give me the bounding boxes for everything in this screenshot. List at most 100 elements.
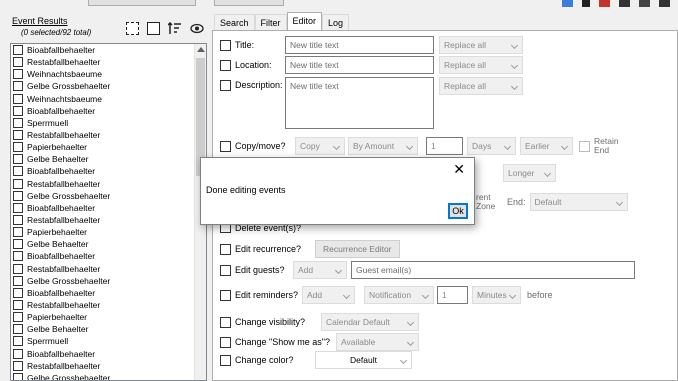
recurrence-checkbox[interactable] [220, 243, 231, 255]
list-item[interactable]: Bioabfallbehaelter [11, 348, 206, 360]
description-mode-select[interactable]: Replace all [439, 77, 523, 95]
event-checkbox[interactable] [13, 263, 23, 274]
blue-square-icon[interactable] [562, 0, 573, 7]
event-checkbox[interactable] [13, 251, 23, 262]
list-item[interactable]: Gelbe Behaelter [11, 153, 206, 165]
title-checkbox[interactable] [220, 39, 231, 51]
retain-end-checkbox[interactable] [579, 140, 590, 152]
end-select[interactable]: Default [529, 193, 628, 211]
list-item[interactable]: Bioabfallbehaelter [11, 202, 206, 214]
guests-input[interactable]: Guest email(s) [351, 261, 635, 279]
red-tool-icon[interactable] [599, 0, 610, 7]
ok-button[interactable]: Ok [448, 203, 468, 219]
event-checkbox[interactable] [13, 117, 23, 128]
list-item[interactable]: Gelbe Grossbehaelter [11, 80, 206, 92]
top-button-1[interactable] [88, 0, 196, 6]
event-checkbox[interactable] [13, 190, 23, 201]
tab-editor[interactable]: Editor [286, 12, 323, 31]
list-item[interactable]: Bioabfallbehaelter [11, 105, 206, 117]
list-item[interactable]: Restabfallbehaelter [11, 263, 206, 275]
tab-log[interactable]: Log [322, 14, 350, 31]
top-button-2[interactable] [214, 0, 284, 6]
location-checkbox[interactable] [220, 59, 231, 71]
event-checkbox[interactable] [13, 202, 23, 213]
event-checkbox[interactable] [13, 312, 23, 323]
copymove-unit-select[interactable]: Days [467, 137, 516, 155]
copymove-amount[interactable]: 1 [426, 137, 463, 155]
event-checkbox[interactable] [13, 45, 23, 56]
list-item[interactable]: Sperrmuell [11, 117, 206, 129]
select-all-icon[interactable] [126, 22, 139, 35]
event-checkbox[interactable] [13, 166, 23, 177]
scroll-up-icon[interactable] [197, 47, 205, 52]
event-checkbox[interactable] [13, 178, 23, 189]
description-input[interactable]: New title text [285, 77, 434, 129]
list-item[interactable]: Weihnachtsbaeume [11, 93, 206, 105]
list-item[interactable]: Gelbe Grossbehaelter [11, 275, 206, 287]
checklist-icon[interactable] [147, 22, 160, 35]
event-checkbox[interactable] [13, 372, 23, 380]
eye-icon[interactable] [190, 23, 204, 34]
list-item[interactable]: Sperrmuell [11, 335, 206, 347]
event-checkbox[interactable] [13, 93, 23, 104]
event-checkbox[interactable] [13, 239, 23, 250]
showme-checkbox[interactable] [220, 336, 231, 348]
reminders-amount[interactable]: 1 [437, 286, 468, 304]
title-input[interactable]: New title text [285, 36, 434, 54]
reminders-checkbox[interactable] [220, 289, 231, 301]
list-item[interactable]: Gelbe Behaelter [11, 323, 206, 335]
pin-icon[interactable] [582, 0, 590, 7]
event-checkbox[interactable] [13, 57, 23, 68]
recurrence-editor-button[interactable]: Recurrence Editor [315, 240, 400, 258]
refresh-icon[interactable] [639, 0, 650, 7]
event-checkbox[interactable] [13, 348, 23, 359]
visibility-select[interactable]: Calendar Default [321, 313, 419, 331]
event-checkbox[interactable] [13, 81, 23, 92]
showme-select[interactable]: Available [336, 333, 419, 351]
event-checkbox[interactable] [13, 324, 23, 335]
list-item[interactable]: Restabfallbehaelter [11, 129, 206, 141]
list-item[interactable]: Gelbe Behaelter [11, 238, 206, 250]
event-checkbox[interactable] [13, 360, 23, 371]
event-checkbox[interactable] [13, 130, 23, 141]
event-checkbox[interactable] [13, 215, 23, 226]
list-item[interactable]: Gelbe Grossbehaelter [11, 190, 206, 202]
event-checkbox[interactable] [13, 336, 23, 347]
list-item[interactable]: Papierbehaelter [11, 226, 206, 238]
copymove-checkbox[interactable] [220, 140, 231, 152]
color-select[interactable]: Default [315, 351, 412, 369]
reminders-type-select[interactable]: Notification [364, 286, 434, 304]
close-icon[interactable]: ✕ [453, 161, 465, 178]
list-item[interactable]: Restabfallbehaelter [11, 299, 206, 311]
sort-icon[interactable] [168, 22, 182, 35]
reminders-unit-select[interactable]: Minutes [472, 286, 521, 304]
event-checkbox[interactable] [13, 142, 23, 153]
guests-mode-select[interactable]: Add [293, 261, 347, 279]
description-checkbox[interactable] [220, 80, 231, 91]
reminders-mode-select[interactable]: Add [302, 286, 355, 304]
settings-icon[interactable] [619, 0, 630, 7]
list-item[interactable]: Bioabfallbehaelter [11, 250, 206, 262]
copymove-mode-select[interactable]: Copy [295, 137, 345, 155]
event-checkbox[interactable] [13, 105, 23, 116]
tab-search[interactable]: Search [214, 14, 255, 31]
event-checkbox[interactable] [13, 154, 23, 165]
gear-icon[interactable] [659, 0, 670, 7]
list-item[interactable]: Restabfallbehaelter [11, 360, 206, 372]
list-item[interactable]: Papierbehaelter [11, 141, 206, 153]
list-item[interactable]: Weihnachtsbaeume [11, 68, 206, 80]
tab-filter[interactable]: Filter [254, 14, 287, 31]
list-item[interactable]: Gelbe Grossbehaelter [11, 372, 206, 380]
event-checkbox[interactable] [13, 287, 23, 298]
list-item[interactable]: Bioabfallbehaelter [11, 287, 206, 299]
event-list[interactable]: Bioabfallbehaelter Restabfallbehaelter Wei… [10, 43, 207, 381]
copymove-by-select[interactable]: By Amount [348, 137, 418, 155]
title-mode-select[interactable]: Replace all [439, 36, 523, 54]
list-item[interactable]: Restabfallbehaelter [11, 214, 206, 226]
list-item[interactable]: Bioabfallbehaelter [11, 44, 206, 56]
event-checkbox[interactable] [13, 69, 23, 80]
event-checkbox[interactable] [13, 300, 23, 311]
location-mode-select[interactable]: Replace all [439, 56, 523, 74]
copymove-direction-select[interactable]: Earlier [520, 137, 573, 155]
list-item[interactable]: Restabfallbehaelter [11, 56, 206, 68]
